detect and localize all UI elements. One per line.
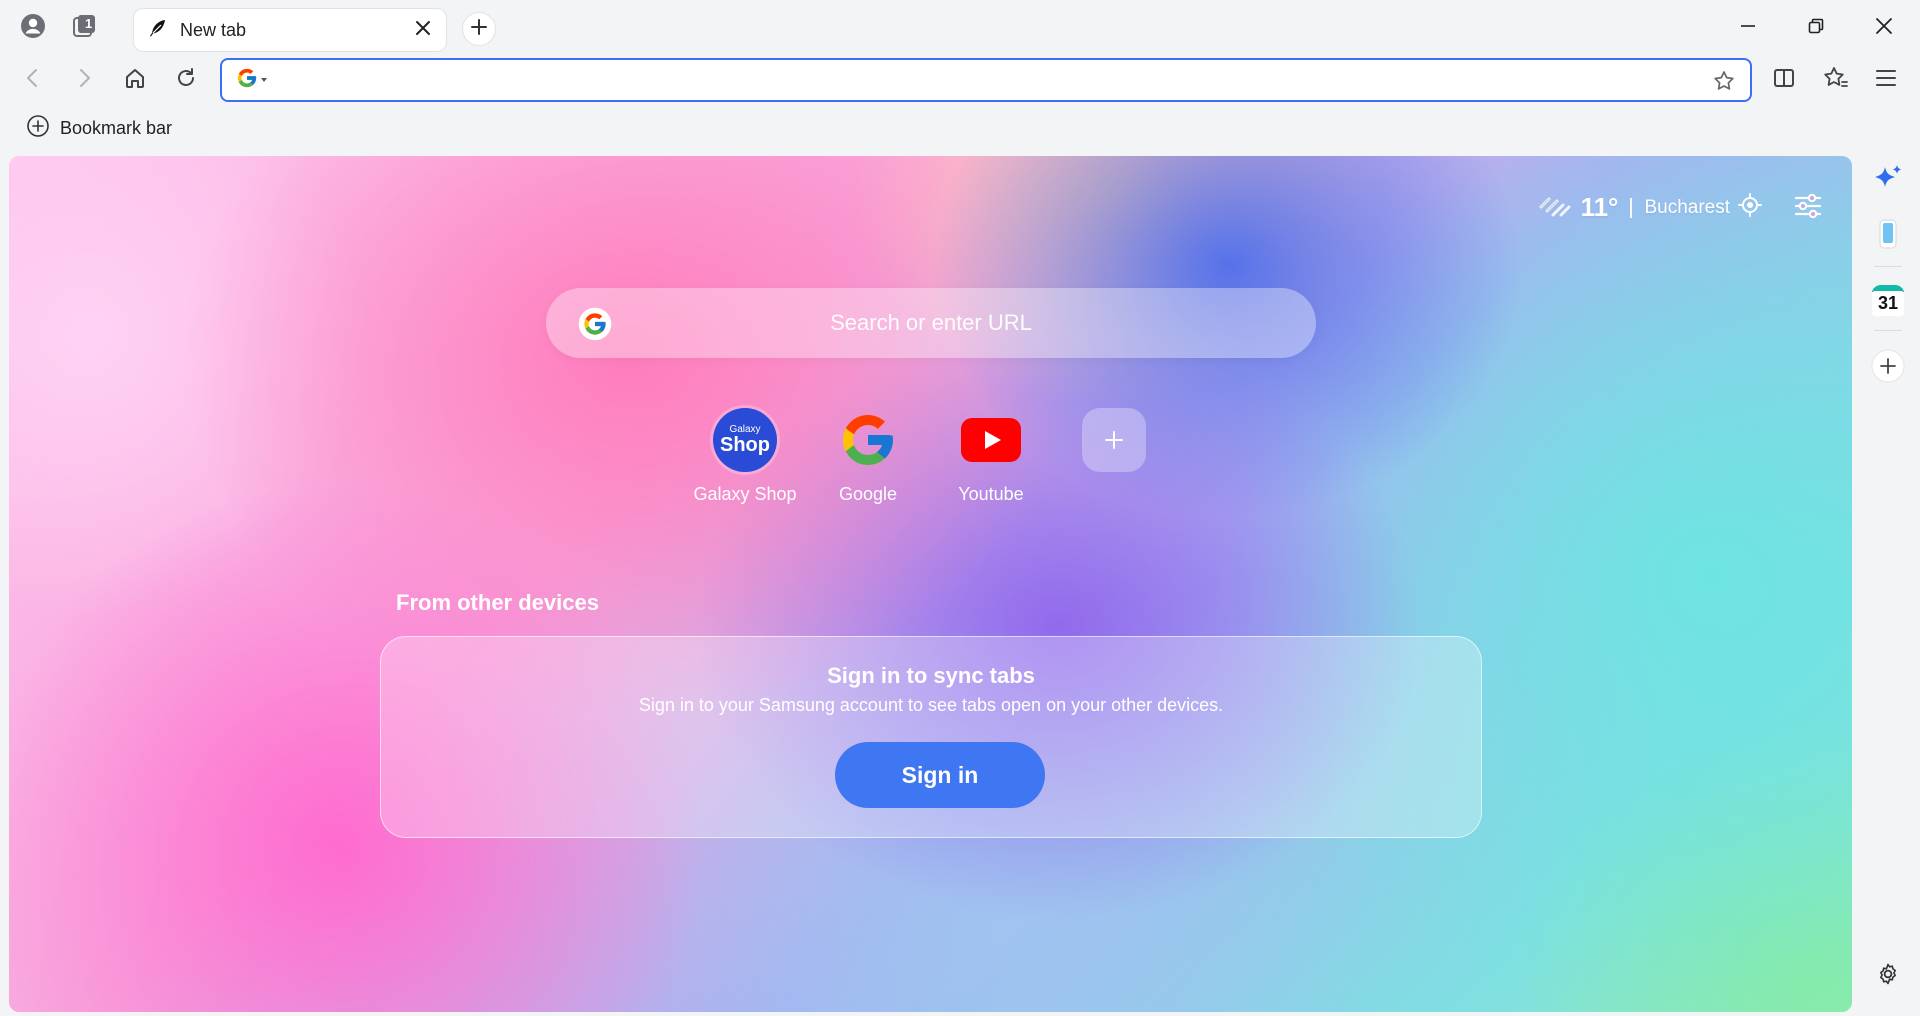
weather-city: Bucharest: [1644, 196, 1730, 218]
shortcut-label: Galaxy Shop: [693, 484, 797, 504]
search-placeholder: Search or enter URL: [830, 310, 1032, 335]
sync-card-title: Sign in to sync tabs: [827, 663, 1035, 688]
shortcut-youtube[interactable]: Youtube: [931, 408, 1051, 505]
phone-link-button[interactable]: [1868, 216, 1908, 256]
galaxy-shop-logo-bottom: Shop: [720, 434, 770, 456]
back-arrow-icon: [22, 67, 44, 94]
main-menu-button[interactable]: [1870, 64, 1902, 96]
section-title: From other devices: [396, 590, 599, 615]
tab-count: 1: [85, 16, 93, 31]
home-button[interactable]: [119, 64, 151, 96]
tab-new-tab[interactable]: New tab: [133, 8, 447, 52]
add-side-panel-button[interactable]: [1868, 348, 1908, 388]
calendar-button[interactable]: 31: [1868, 280, 1908, 320]
google-logo-icon: [836, 408, 900, 472]
engine-dropdown-icon[interactable]: [260, 71, 268, 89]
sign-in-button[interactable]: Sign in: [835, 742, 1045, 808]
weather-separator: [1630, 197, 1633, 218]
split-view-button[interactable]: [1768, 64, 1800, 96]
sync-card-subtitle: Sign in to your Samsung account to see t…: [638, 695, 1224, 715]
side-panel-bar: 31: [1856, 156, 1920, 1012]
minimize-icon: [1740, 18, 1756, 39]
ai-sparkle-icon: [1871, 163, 1905, 202]
tab-manager-button[interactable]: 1: [68, 10, 100, 42]
plus-icon: [470, 18, 488, 41]
calendar-icon: 31: [1870, 282, 1906, 318]
minimize-button[interactable]: [1728, 12, 1768, 44]
sidebar-divider: [1874, 266, 1902, 267]
weather-widget[interactable]: 11° Bucharest: [1539, 192, 1762, 223]
forward-button[interactable]: [68, 64, 100, 96]
ai-assistant-button[interactable]: [1868, 162, 1908, 202]
add-icon: [1871, 349, 1905, 388]
bookmark-bar-label: Bookmark bar: [60, 117, 173, 138]
shortcut-label: Google: [838, 484, 898, 504]
back-button[interactable]: [17, 64, 49, 96]
tab-strip: 1 New tab: [0, 0, 1920, 54]
bookmark-bar[interactable]: Bookmark bar: [0, 110, 172, 146]
new-tab-button[interactable]: [462, 12, 496, 46]
sliders-icon: [1793, 191, 1823, 226]
favorites-icon: [1822, 65, 1848, 96]
google-logo-icon: [578, 307, 612, 346]
galaxy-shop-logo-icon: Galaxy Shop: [713, 408, 777, 472]
new-tab-search-box[interactable]: Search or enter URL: [546, 288, 1316, 358]
sidebar-settings-button[interactable]: [1868, 956, 1908, 996]
add-shortcut-button[interactable]: [1054, 408, 1174, 472]
close-icon: [1875, 17, 1893, 40]
reload-icon: [174, 66, 198, 95]
split-view-icon: [1772, 66, 1796, 95]
tab-title: New tab: [180, 19, 247, 40]
add-bookmark-icon: [26, 114, 50, 143]
toolbar: [0, 54, 1920, 106]
shortcut-galaxy-shop[interactable]: Galaxy Shop Galaxy Shop: [685, 408, 805, 505]
restore-icon: [1808, 18, 1824, 39]
calendar-day: 31: [1877, 293, 1899, 313]
sidebar-divider: [1874, 330, 1902, 331]
youtube-logo-icon: [959, 408, 1023, 472]
address-bar[interactable]: [220, 58, 1752, 102]
weather-temperature: 11°: [1580, 192, 1619, 222]
profile-icon[interactable]: [17, 10, 49, 42]
new-tab-page: 11° Bucharest Search or enter URL Galaxy…: [9, 156, 1852, 1012]
forward-arrow-icon: [73, 67, 95, 94]
settings-icon: [1876, 962, 1900, 991]
home-icon: [123, 66, 147, 95]
close-tab-icon[interactable]: [414, 19, 432, 42]
sync-tabs-card: Sign in to sync tabs Sign in to your Sam…: [380, 636, 1482, 838]
shortcut-label: Youtube: [958, 484, 1024, 504]
reload-button[interactable]: [170, 64, 202, 96]
feather-icon: [148, 18, 168, 43]
customize-page-button[interactable]: [1790, 190, 1826, 226]
location-icon[interactable]: [1738, 193, 1762, 222]
haze-weather-icon: [1539, 193, 1573, 222]
address-input[interactable]: [278, 60, 1750, 100]
add-shortcut-icon: [1082, 408, 1146, 472]
close-window-button[interactable]: [1864, 12, 1904, 44]
shortcut-google[interactable]: Google: [808, 408, 928, 505]
menu-icon: [1874, 66, 1898, 95]
favorites-button[interactable]: [1819, 64, 1851, 96]
phone-icon: [1875, 219, 1901, 254]
bookmark-star-icon[interactable]: [1712, 69, 1736, 98]
restore-button[interactable]: [1796, 12, 1836, 44]
google-g-icon[interactable]: [236, 67, 258, 94]
